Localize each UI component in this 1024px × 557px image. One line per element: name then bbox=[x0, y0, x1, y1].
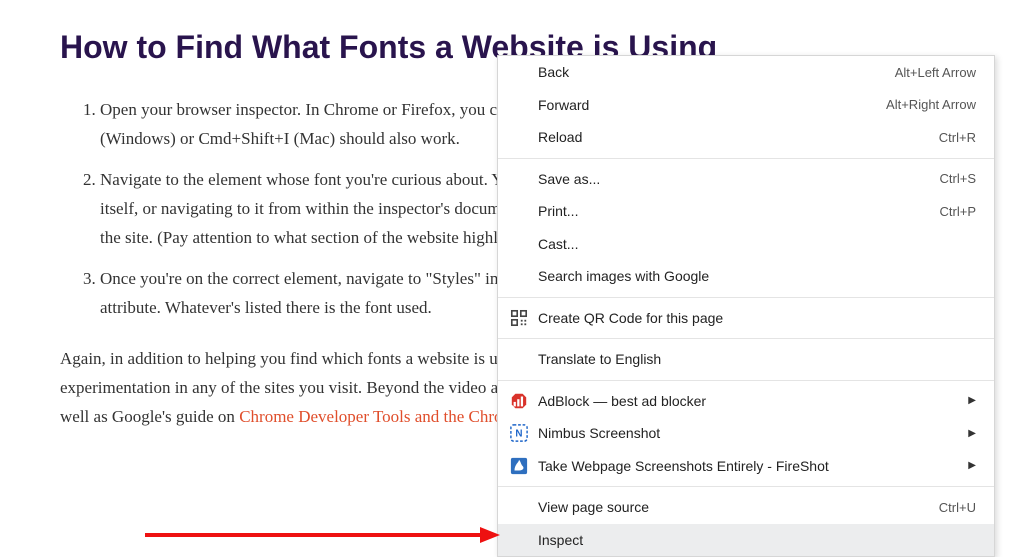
context-menu: BackAlt+Left ArrowForwardAlt+Right Arrow… bbox=[497, 55, 995, 557]
menu-item-save-as[interactable]: Save as...Ctrl+S bbox=[498, 163, 994, 196]
submenu-arrow-icon: ▶ bbox=[968, 460, 976, 471]
menu-item-label: Back bbox=[538, 64, 895, 80]
submenu-arrow-icon: ▶ bbox=[968, 428, 976, 439]
menu-item-shortcut: Ctrl+S bbox=[940, 171, 976, 186]
menu-item-take-webpage-screenshots-entirely-fireshot[interactable]: Take Webpage Screenshots Entirely - Fire… bbox=[498, 450, 994, 483]
menu-item-label: AdBlock — best ad blocker bbox=[538, 393, 968, 409]
menu-item-shortcut: Alt+Left Arrow bbox=[895, 65, 976, 80]
menu-item-back[interactable]: BackAlt+Left Arrow bbox=[498, 56, 994, 89]
menu-item-cast[interactable]: Cast... bbox=[498, 228, 994, 261]
menu-item-shortcut: Ctrl+U bbox=[939, 500, 976, 515]
menu-separator bbox=[498, 297, 994, 298]
menu-item-label: Print... bbox=[538, 203, 940, 219]
nimbus-icon: N bbox=[510, 424, 538, 442]
menu-item-label: Inspect bbox=[538, 532, 976, 548]
menu-item-label: Take Webpage Screenshots Entirely - Fire… bbox=[538, 458, 968, 474]
menu-item-label: Save as... bbox=[538, 171, 940, 187]
menu-item-shortcut: Ctrl+R bbox=[939, 130, 976, 145]
adblock-icon bbox=[510, 392, 538, 410]
menu-separator bbox=[498, 380, 994, 381]
menu-item-label: Translate to English bbox=[538, 351, 976, 367]
menu-item-translate-to-english[interactable]: Translate to English bbox=[498, 343, 994, 376]
red-arrow-annotation bbox=[145, 525, 500, 545]
submenu-arrow-icon: ▶ bbox=[968, 395, 976, 406]
menu-item-create-qr-code-for-this-page[interactable]: Create QR Code for this page bbox=[498, 302, 994, 335]
menu-item-print[interactable]: Print...Ctrl+P bbox=[498, 195, 994, 228]
menu-item-label: View page source bbox=[538, 499, 939, 515]
svg-text:N: N bbox=[515, 429, 522, 440]
menu-item-forward[interactable]: ForwardAlt+Right Arrow bbox=[498, 89, 994, 122]
menu-item-label: Search images with Google bbox=[538, 268, 976, 284]
menu-item-adblock-best-ad-blocker[interactable]: AdBlock — best ad blocker▶ bbox=[498, 385, 994, 418]
menu-separator bbox=[498, 338, 994, 339]
step-3-tail: attribute. Whatever's listed there is th… bbox=[100, 298, 432, 317]
qr-icon bbox=[510, 309, 538, 327]
menu-item-shortcut: Alt+Right Arrow bbox=[886, 97, 976, 112]
menu-item-search-images-with-google[interactable]: Search images with Google bbox=[498, 260, 994, 293]
menu-item-label: Cast... bbox=[538, 236, 976, 252]
menu-item-label: Create QR Code for this page bbox=[538, 310, 976, 326]
menu-item-label: Nimbus Screenshot bbox=[538, 425, 968, 441]
fireshot-icon bbox=[510, 457, 538, 475]
menu-item-label: Forward bbox=[538, 97, 886, 113]
menu-item-nimbus-screenshot[interactable]: N Nimbus Screenshot▶ bbox=[498, 417, 994, 450]
menu-item-reload[interactable]: ReloadCtrl+R bbox=[498, 121, 994, 154]
menu-item-label: Reload bbox=[538, 129, 939, 145]
menu-separator bbox=[498, 158, 994, 159]
menu-separator bbox=[498, 486, 994, 487]
menu-item-shortcut: Ctrl+P bbox=[940, 204, 976, 219]
menu-item-inspect[interactable]: Inspect bbox=[498, 524, 994, 557]
menu-item-view-page-source[interactable]: View page sourceCtrl+U bbox=[498, 491, 994, 524]
